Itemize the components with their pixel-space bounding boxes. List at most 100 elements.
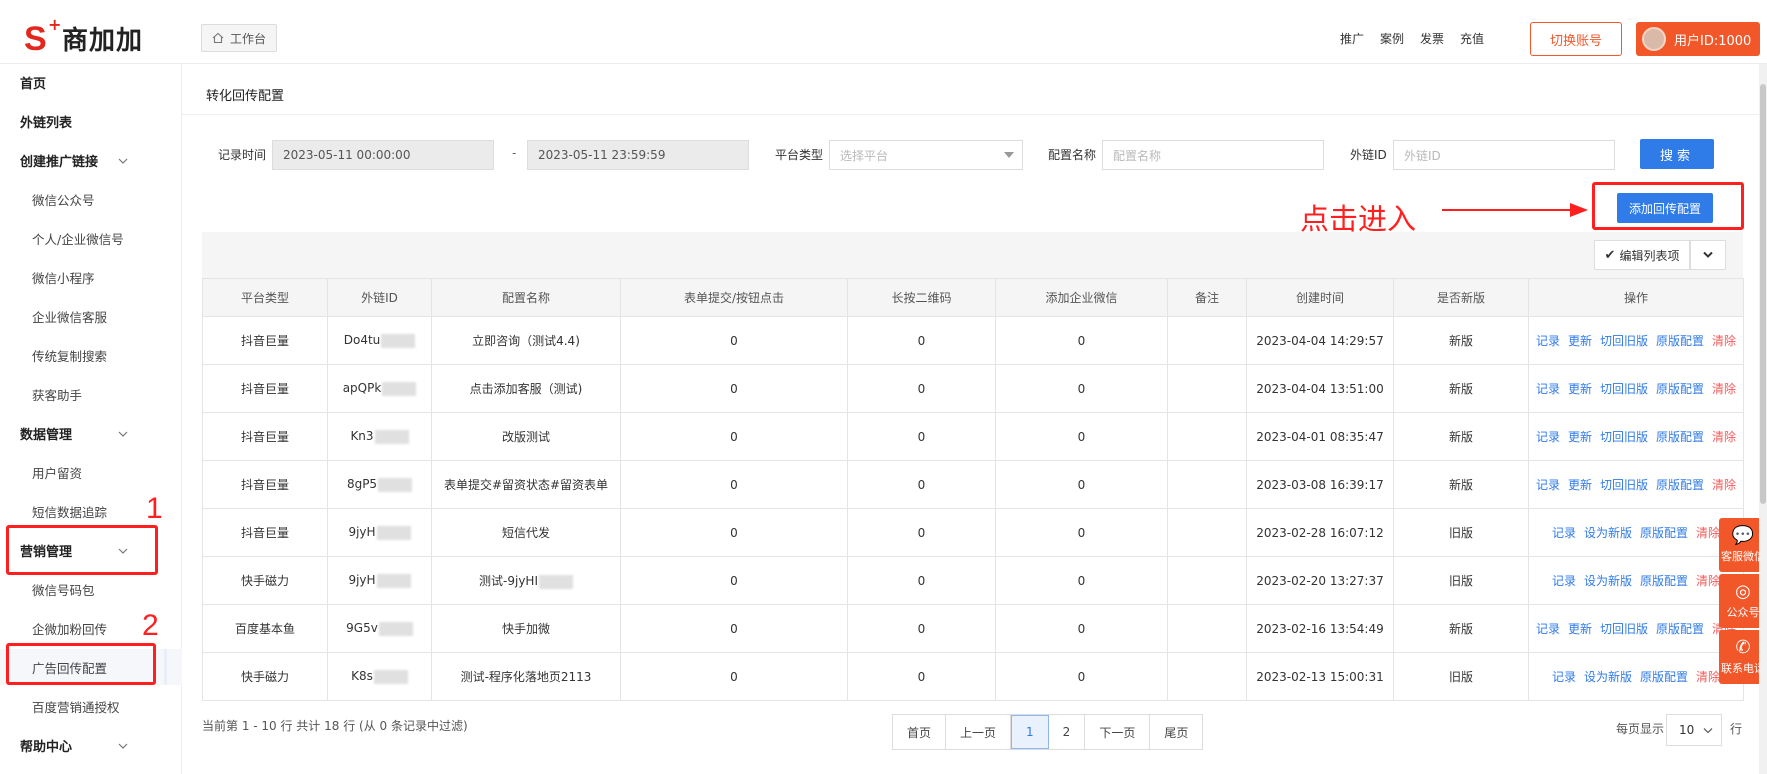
clear-link[interactable]: 清除 [1712,332,1736,349]
record-link[interactable]: 记录 [1552,668,1576,685]
switch-account-button[interactable]: 切换账号 [1530,22,1622,56]
sidebar-item-label: 传统复制搜索 [32,348,108,364]
revert-old-link[interactable]: 切回旧版 [1600,428,1648,445]
clear-link[interactable]: 清除 [1712,428,1736,445]
sidebar-item-mini-program[interactable]: 微信小程序 [0,259,182,295]
sidebar-item-data-mgmt[interactable]: 数据管理 [0,415,182,451]
link-id-input[interactable]: 外链ID [1393,140,1615,170]
link-recharge[interactable]: 充值 [1460,30,1484,47]
cell-platform-text: 抖音巨量 [240,478,289,492]
cell-qr: 0 [847,508,996,557]
original-config-link[interactable]: 原版配置 [1656,380,1704,397]
update-link[interactable]: 更新 [1568,428,1592,445]
platform-select[interactable]: 选择平台 [829,140,1023,170]
cell-form-text: 0 [730,381,738,396]
prev-page-button[interactable]: 上一页 [946,715,1012,749]
link-promote[interactable]: 推广 [1340,30,1364,47]
update-link[interactable]: 更新 [1568,620,1592,637]
sidebar-item-user-leads[interactable]: 用户留资 [0,454,182,490]
row-actions: 记录 更新 切回旧版 原版配置 清除 [1529,332,1743,349]
workbench-tab[interactable]: 工作台 [201,24,278,52]
original-config-link[interactable]: 原版配置 [1656,428,1704,445]
record-link[interactable]: 记录 [1552,524,1576,541]
sidebar-item-create-link[interactable]: 创建推广链接 [0,142,182,178]
cell-remark [1167,364,1247,413]
record-link[interactable]: 记录 [1536,428,1560,445]
record-link[interactable]: 记录 [1536,476,1560,493]
record-link[interactable]: 记录 [1536,620,1560,637]
add-callback-config-button[interactable]: 添加回传配置 [1617,193,1713,223]
sidebar-item-wechat-official[interactable]: 微信公众号 [0,181,182,217]
clear-link[interactable]: 清除 [1712,476,1736,493]
set-new-link[interactable]: 设为新版 [1584,668,1632,685]
page-2-button[interactable]: 2 [1048,715,1086,749]
user-menu-button[interactable]: 用户ID:1000 [1636,22,1760,56]
edit-columns-button[interactable]: ✔ 编辑列表项 [1594,240,1690,270]
sidebar-item-wechat-pack[interactable]: 微信号码包 [0,571,182,607]
sidebar-item-wecom-service[interactable]: 企业微信客服 [0,298,182,334]
sidebar-item-copy-search[interactable]: 传统复制搜索 [0,337,182,373]
per-page-value: 10 [1679,723,1695,737]
row-actions: 记录 更新 切回旧版 原版配置 清除 [1529,380,1743,397]
revert-old-link[interactable]: 切回旧版 [1600,332,1648,349]
search-button[interactable]: 搜索 [1640,139,1714,169]
clear-link[interactable]: 清除 [1696,524,1720,541]
revert-old-link[interactable]: 切回旧版 [1600,620,1648,637]
revert-old-link[interactable]: 切回旧版 [1600,380,1648,397]
clear-link[interactable]: 清除 [1696,668,1720,685]
sidebar-item-customer-assistant[interactable]: 获客助手 [0,376,182,412]
cell-version: 旧版 [1393,508,1529,557]
range-dash: - [512,146,517,160]
cell-qr: 0 [847,460,996,509]
page-1-button[interactable]: 1 [1011,715,1049,749]
cell-wecom-text: 0 [1077,381,1086,396]
per-page-select[interactable]: 10 [1666,714,1722,746]
sidebar-item-link-list[interactable]: 外链列表 [0,103,182,139]
original-config-link[interactable]: 原版配置 [1656,476,1704,493]
sidebar-item-wechat-personal[interactable]: 个人/企业微信号 [0,220,182,256]
cell-created: 2023-04-04 13:51:00 [1246,364,1394,413]
logo[interactable]: S + 商加加 [24,15,143,57]
scrollbar-thumb[interactable] [1760,84,1766,504]
record-link[interactable]: 记录 [1536,380,1560,397]
record-time-label: 记录时间 [218,148,267,162]
revert-old-link[interactable]: 切回旧版 [1600,476,1648,493]
col-header-created: 创建时间 [1246,278,1394,317]
cell-config-name: 短信代发 [431,508,621,557]
cell-qr-text: 0 [917,621,926,636]
set-new-link[interactable]: 设为新版 [1584,572,1632,589]
end-time-field[interactable]: 2023-05-11 23:59:59 [527,140,749,170]
next-page-button[interactable]: 下一页 [1085,715,1151,749]
cell-platform: 百度基本鱼 [202,604,328,653]
start-time-field[interactable]: 2023-05-11 00:00:00 [272,140,494,170]
original-config-link[interactable]: 原版配置 [1656,332,1704,349]
official-label: 公众号 [1726,606,1760,619]
original-config-link[interactable]: 原版配置 [1640,668,1688,685]
original-config-link[interactable]: 原版配置 [1640,524,1688,541]
cell-created-text: 2023-04-04 14:29:57 [1256,333,1384,348]
columns-dropdown-button[interactable] [1690,240,1726,270]
link-cases[interactable]: 案例 [1380,30,1404,47]
first-page-button[interactable]: 首页 [893,715,947,749]
record-link[interactable]: 记录 [1536,332,1560,349]
record-link[interactable]: 记录 [1552,572,1576,589]
last-page-button[interactable]: 尾页 [1150,715,1203,749]
sidebar-item-baidu-auth[interactable]: 百度营销通授权 [0,688,182,724]
sidebar-item-help[interactable]: 帮助中心 [0,727,182,763]
cell-config-name-text: 快手加微 [501,622,550,636]
clear-link[interactable]: 清除 [1696,572,1720,589]
set-new-link[interactable]: 设为新版 [1584,524,1632,541]
top-bar: S + 商加加 工作台 推广 案例 发票 充值 切换账号 用户ID:1000 [0,0,1767,64]
col-header-link-id: 外链ID [327,278,432,317]
link-invoice[interactable]: 发票 [1420,30,1444,47]
update-link[interactable]: 更新 [1568,380,1592,397]
clear-link[interactable]: 清除 [1712,380,1736,397]
cell-link-id-text: apQPk [342,381,382,396]
original-config-link[interactable]: 原版配置 [1656,620,1704,637]
update-link[interactable]: 更新 [1568,332,1592,349]
sidebar-item-home[interactable]: 首页 [0,64,182,100]
update-link[interactable]: 更新 [1568,476,1592,493]
check-icon: ✔ [1604,247,1616,263]
original-config-link[interactable]: 原版配置 [1640,572,1688,589]
config-name-input[interactable]: 配置名称 [1102,140,1324,170]
